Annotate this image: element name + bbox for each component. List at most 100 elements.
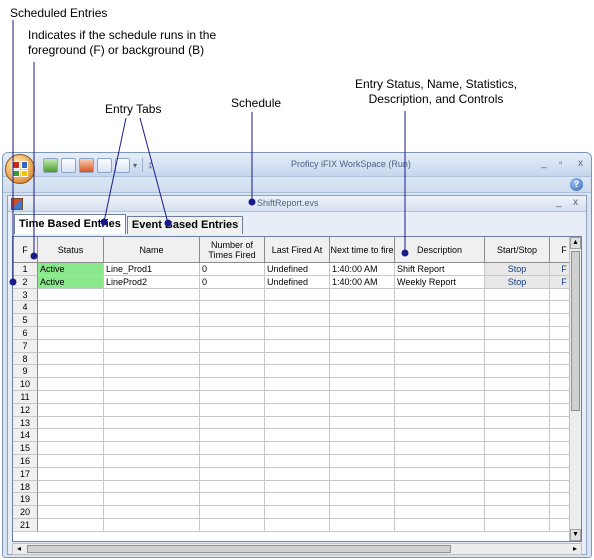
table-row[interactable]: 4 [13, 301, 579, 315]
last-fired-cell[interactable]: Undefined [265, 263, 330, 276]
qat-dropdown-icon[interactable]: ▾ [133, 161, 137, 170]
empty-cell[interactable] [265, 301, 330, 315]
table-row[interactable]: 1 Active Line_Prod1 0 Undefined 1:40:00 … [13, 263, 579, 276]
vertical-scroll-thumb[interactable] [571, 251, 580, 411]
empty-cell[interactable] [265, 518, 330, 532]
empty-cell[interactable] [485, 467, 550, 481]
empty-cell[interactable] [38, 314, 104, 327]
table-row[interactable]: 17 [13, 467, 579, 481]
empty-cell[interactable] [485, 326, 550, 340]
table-row[interactable]: 21 [13, 518, 579, 532]
empty-cell[interactable] [265, 429, 330, 443]
row-number[interactable]: 14 [13, 429, 38, 443]
empty-cell[interactable] [104, 301, 200, 315]
row-number[interactable]: 6 [13, 326, 38, 340]
row-number[interactable]: 19 [13, 493, 38, 507]
row-number[interactable]: 21 [13, 518, 38, 532]
run-icon[interactable] [43, 157, 58, 173]
table-row[interactable]: 19 [13, 493, 579, 507]
empty-cell[interactable] [395, 416, 485, 430]
empty-cell[interactable] [395, 467, 485, 481]
empty-cell[interactable] [395, 518, 485, 532]
vertical-scrollbar[interactable]: ▲ ▼ [569, 237, 581, 541]
empty-cell[interactable] [330, 301, 395, 315]
table-row[interactable]: 6 [13, 326, 579, 340]
empty-cell[interactable] [38, 288, 104, 302]
empty-cell[interactable] [395, 442, 485, 455]
empty-cell[interactable] [330, 326, 395, 340]
column-header-fb[interactable]: F [13, 237, 38, 263]
empty-cell[interactable] [330, 429, 395, 443]
empty-cell[interactable] [104, 518, 200, 532]
row-number[interactable]: 17 [13, 467, 38, 481]
empty-cell[interactable] [38, 518, 104, 532]
table-row[interactable]: 16 [13, 454, 579, 468]
empty-cell[interactable] [395, 429, 485, 443]
empty-cell[interactable] [395, 480, 485, 494]
empty-cell[interactable] [38, 403, 104, 417]
empty-cell[interactable] [485, 403, 550, 417]
table-row[interactable]: 2 Active LineProd2 0 Undefined 1:40:00 A… [13, 275, 579, 289]
empty-cell[interactable] [265, 493, 330, 507]
row-number[interactable]: 13 [13, 416, 38, 430]
empty-cell[interactable] [395, 403, 485, 417]
empty-cell[interactable] [265, 480, 330, 494]
empty-cell[interactable] [485, 518, 550, 532]
empty-cell[interactable] [395, 301, 485, 315]
empty-cell[interactable] [330, 314, 395, 327]
stop-button[interactable]: Stop [485, 275, 550, 289]
status-cell[interactable]: Active [38, 263, 104, 276]
empty-cell[interactable] [38, 442, 104, 455]
empty-cell[interactable] [485, 365, 550, 379]
empty-cell[interactable] [330, 352, 395, 366]
empty-cell[interactable] [265, 378, 330, 391]
row-number[interactable]: 11 [13, 390, 38, 404]
empty-cell[interactable] [104, 416, 200, 430]
empty-cell[interactable] [485, 352, 550, 366]
table-row[interactable]: 3 [13, 288, 579, 302]
empty-cell[interactable] [265, 365, 330, 379]
empty-cell[interactable] [38, 467, 104, 481]
empty-cell[interactable] [265, 454, 330, 468]
empty-cell[interactable] [395, 378, 485, 391]
empty-cell[interactable] [485, 339, 550, 353]
empty-cell[interactable] [485, 454, 550, 468]
empty-cell[interactable] [395, 288, 485, 302]
empty-cell[interactable] [200, 480, 265, 494]
table-row[interactable]: 5 [13, 314, 579, 327]
empty-cell[interactable] [38, 301, 104, 315]
maximize-button[interactable]: ▫ [559, 158, 563, 169]
fit-window-icon[interactable] [97, 157, 112, 173]
status-cell[interactable]: Active [38, 275, 104, 289]
empty-cell[interactable] [38, 493, 104, 507]
empty-cell[interactable] [265, 403, 330, 417]
next-fire-cell[interactable]: 1:40:00 AM [330, 275, 395, 289]
table-row[interactable]: 13 [13, 416, 579, 430]
print-icon[interactable] [115, 157, 130, 173]
last-fired-cell[interactable]: Undefined [265, 275, 330, 289]
empty-cell[interactable] [485, 390, 550, 404]
empty-cell[interactable] [200, 493, 265, 507]
empty-cell[interactable] [330, 403, 395, 417]
empty-cell[interactable] [38, 480, 104, 494]
empty-cell[interactable] [200, 288, 265, 302]
column-header-status[interactable]: Status [38, 237, 104, 263]
times-fired-cell[interactable]: 0 [200, 275, 265, 289]
empty-cell[interactable] [38, 454, 104, 468]
horizontal-scrollbar[interactable]: ◂ ▸ [12, 543, 582, 555]
empty-cell[interactable] [200, 518, 265, 532]
empty-cell[interactable] [200, 390, 265, 404]
row-number[interactable]: 18 [13, 480, 38, 494]
empty-cell[interactable] [395, 326, 485, 340]
empty-cell[interactable] [395, 493, 485, 507]
empty-cell[interactable] [38, 429, 104, 443]
empty-cell[interactable] [200, 301, 265, 315]
empty-cell[interactable] [395, 365, 485, 379]
empty-cell[interactable] [200, 506, 265, 519]
empty-cell[interactable] [104, 352, 200, 366]
empty-cell[interactable] [330, 480, 395, 494]
empty-cell[interactable] [38, 506, 104, 519]
empty-cell[interactable] [485, 480, 550, 494]
horizontal-scroll-thumb[interactable] [27, 545, 451, 553]
table-row[interactable]: 18 [13, 480, 579, 494]
